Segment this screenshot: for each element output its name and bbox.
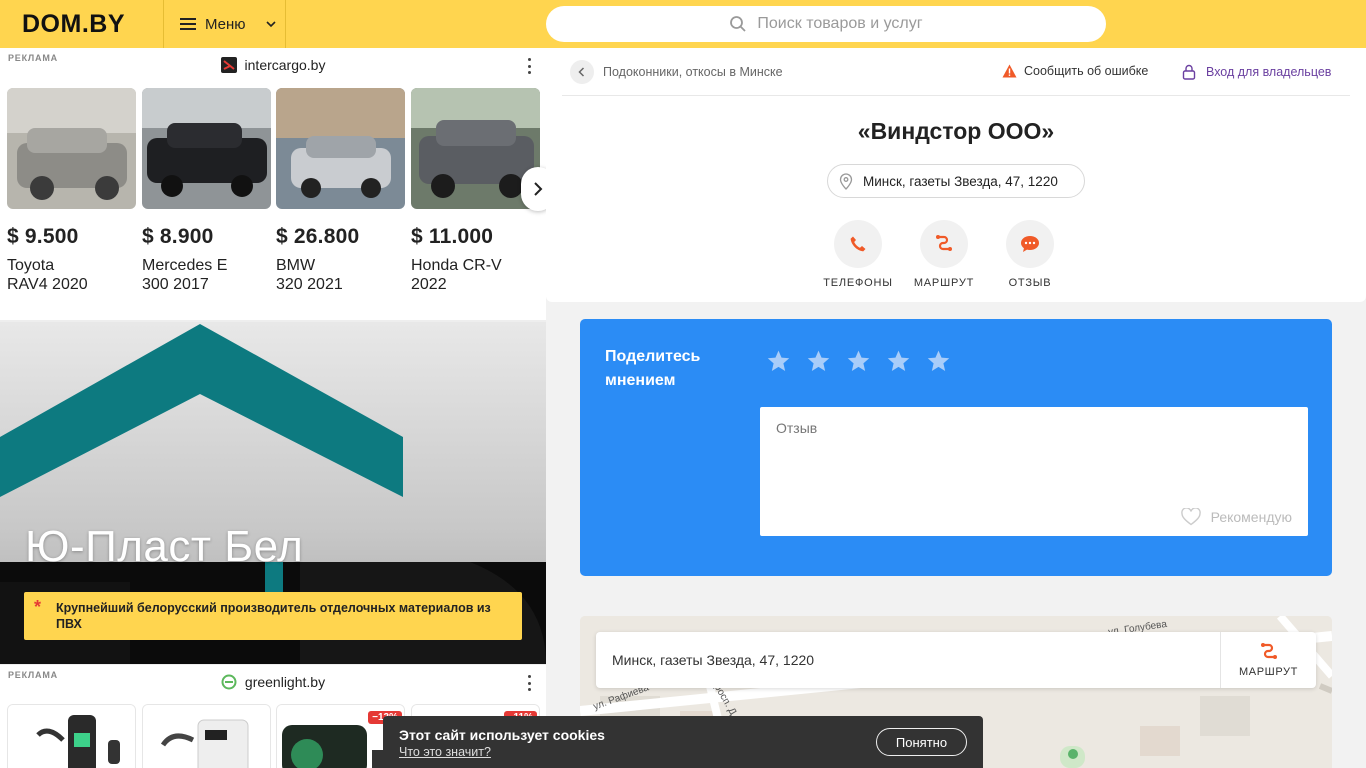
banner-title: Ю-Пласт Бел (25, 522, 304, 571)
star-icon[interactable] (926, 349, 951, 374)
ad-brand[interactable]: intercargo.by (0, 57, 546, 73)
star-icon[interactable] (766, 349, 791, 374)
car-photo (142, 88, 271, 209)
ad-banner[interactable]: Ю-Пласт Бел * Крупнейший белорусский про… (0, 322, 546, 664)
car-title: Honda CR-V 2022 (411, 257, 502, 293)
route-icon (936, 235, 952, 251)
cookie-accept-button[interactable]: Понятно (876, 728, 967, 756)
review-placeholder: Отзыв (776, 420, 818, 436)
star-icon[interactable] (846, 349, 871, 374)
route-label: МАРШРУТ (913, 277, 975, 289)
cookie-info-link[interactable]: Что это значит? (399, 745, 491, 759)
ad-brand[interactable]: greenlight.by (0, 674, 546, 690)
product-card[interactable] (142, 704, 271, 768)
menu-label: Меню (205, 15, 246, 33)
burger-icon (180, 18, 196, 30)
ad-options-icon[interactable] (528, 675, 532, 691)
divider (562, 95, 1350, 96)
map-route-button[interactable]: МАРШРУТ (1220, 632, 1316, 688)
product-card[interactable] (7, 704, 136, 768)
map-address: Минск, газеты Звезда, 47, 1220 (612, 652, 815, 668)
car-price: $ 11.000 (411, 225, 494, 248)
ad-brand-name: intercargo.by (244, 57, 326, 73)
charger-image (8, 705, 135, 768)
chevron-down-icon (265, 21, 276, 28)
car-card[interactable]: $ 26.800 BMW 320 2021 (276, 88, 405, 294)
car-photo (7, 88, 136, 209)
phones-button[interactable]: ТЕЛЕФОНЫ (813, 220, 903, 289)
owners-login-link[interactable]: Вход для владельцев (1182, 64, 1331, 80)
car-price: $ 8.900 (142, 225, 214, 248)
chat-bubble-icon (1021, 236, 1039, 252)
chevron-left-icon (578, 67, 585, 77)
warning-icon (1002, 64, 1017, 78)
report-error-link[interactable]: Сообщить об ошибке (1002, 64, 1148, 78)
owners-login-label: Вход для владельцев (1206, 65, 1332, 79)
phone-icon (850, 236, 866, 252)
review-form: Поделитесь мнением Отзыв Рекомендую (580, 319, 1332, 576)
map-route-label: МАРШРУТ (1239, 666, 1298, 678)
car-card[interactable]: $ 8.900 Mercedes E 300 2017 (142, 88, 271, 294)
ad-brand-name: greenlight.by (244, 674, 326, 690)
chevron-right-icon (534, 182, 543, 196)
lock-icon (1182, 64, 1196, 80)
breadcrumb[interactable]: Подоконники, откосы в Минске (570, 60, 783, 84)
search-icon (730, 16, 747, 32)
ads-column: РЕКЛАМА intercargo.by $ 9.500 Toyota RAV4… (0, 48, 555, 768)
car-photo (276, 88, 405, 209)
back-button[interactable] (570, 60, 594, 84)
address-text: Минск, газеты Звезда, 47, 1220 (863, 173, 1058, 189)
review-textarea[interactable]: Отзыв Рекомендую (760, 407, 1308, 536)
site-logo[interactable]: DOM.BY (22, 10, 125, 39)
route-icon (1260, 643, 1277, 659)
rating-stars (766, 349, 951, 374)
map-address-bar: Минск, газеты Звезда, 47, 1220 МАРШРУТ (596, 632, 1316, 688)
phones-circle (834, 220, 882, 268)
car-title: BMW 320 2021 (276, 257, 343, 293)
menu-button[interactable]: Меню (163, 0, 286, 48)
company-name: «Виндстор ООО» (857, 118, 1055, 144)
recommend-toggle[interactable]: Рекомендую (1180, 508, 1292, 526)
car-title: Toyota RAV4 2020 (7, 257, 88, 293)
greenlight-logo-icon (221, 674, 237, 690)
banner-tagline: * Крупнейший белорусский производитель о… (24, 592, 522, 640)
asterisk-icon: * (34, 597, 42, 617)
car-carousel: $ 9.500 Toyota RAV4 2020 $ 8.900 Mercedes… (7, 88, 542, 318)
car-price: $ 26.800 (276, 225, 360, 248)
cookie-banner: Этот сайт использует cookies Что это зна… (383, 716, 983, 768)
top-bar: DOM.BY Меню Поиск товаров и услуг (0, 0, 1366, 48)
company-card: Подоконники, откосы в Минске Сообщить об… (546, 48, 1366, 302)
location-pin-icon (839, 172, 853, 190)
intercargo-logo-icon (220, 57, 237, 73)
breadcrumb-label: Подоконники, откосы в Минске (603, 65, 783, 79)
report-error-label: Сообщить об ошибке (1024, 64, 1149, 78)
review-label: ОТЗЫВ (1008, 277, 1052, 289)
route-circle (920, 220, 968, 268)
heart-icon (1180, 508, 1201, 526)
review-circle (1006, 220, 1054, 268)
address-pill[interactable]: Минск, газеты Звезда, 47, 1220 (827, 164, 1085, 198)
review-title: Поделитесь мнением (605, 348, 701, 389)
review-button[interactable]: ОТЗЫВ (985, 220, 1075, 289)
phones-label: ТЕЛЕФОНЫ (823, 277, 893, 289)
route-button[interactable]: МАРШРУТ (899, 220, 989, 289)
recommend-label: Рекомендую (1210, 509, 1292, 525)
charger-image (143, 705, 270, 768)
star-icon[interactable] (886, 349, 911, 374)
cookie-text: Этот сайт использует cookies (399, 727, 605, 743)
star-icon[interactable] (806, 349, 831, 374)
car-card[interactable]: $ 9.500 Toyota RAV4 2020 (7, 88, 136, 294)
divider (0, 664, 546, 665)
search-placeholder: Поиск товаров и услуг (757, 15, 923, 32)
car-price: $ 9.500 (7, 225, 79, 248)
search-input[interactable]: Поиск товаров и услуг (546, 6, 1106, 42)
car-title: Mercedes E 300 2017 (142, 257, 228, 293)
ad-options-icon[interactable] (528, 58, 532, 74)
